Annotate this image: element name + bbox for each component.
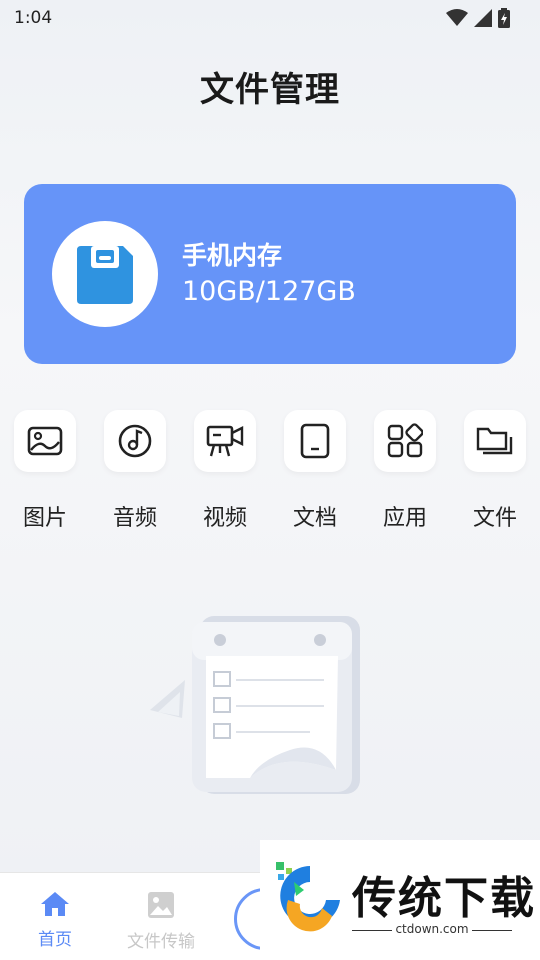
folders-icon <box>476 427 513 455</box>
apps-grid-icon <box>387 423 423 458</box>
category-audio-tile[interactable] <box>104 410 166 472</box>
storage-icon-circle <box>52 221 158 327</box>
status-icons <box>446 8 510 28</box>
category-video[interactable]: 视频 <box>180 410 270 532</box>
category-apps-tile[interactable] <box>374 410 436 472</box>
cell-signal-icon <box>474 9 492 27</box>
brand-logo-icon <box>276 862 340 932</box>
watermark: 传统下载 ctdown.com <box>260 840 540 960</box>
nav-home-label: 首页 <box>38 930 72 950</box>
storage-card[interactable]: 手机内存 10GB/127GB <box>24 184 516 364</box>
category-apps-label: 应用 <box>382 506 427 531</box>
watermark-brand: 传统下载 <box>352 873 536 924</box>
category-documents-tile[interactable] <box>284 410 346 472</box>
category-row: 图片 音频 视频 文档 应用 文件 <box>0 410 540 540</box>
category-images-tile[interactable] <box>14 410 76 472</box>
category-images-label: 图片 <box>22 506 67 531</box>
watermark-line-right <box>472 930 512 931</box>
category-apps[interactable]: 应用 <box>360 410 450 532</box>
category-documents-label: 文档 <box>292 506 337 531</box>
video-camera-icon <box>206 425 244 457</box>
wifi-icon <box>446 9 468 26</box>
nav-file-transfer-label: 文件传输 <box>127 932 195 952</box>
category-documents[interactable]: 文档 <box>270 410 360 532</box>
music-disc-icon <box>118 424 152 458</box>
sd-card-icon <box>77 246 133 304</box>
status-bar: 1:04 <box>0 0 540 36</box>
category-files-tile[interactable] <box>464 410 526 472</box>
status-time: 1:04 <box>14 8 53 28</box>
empty-state-illustration <box>150 616 360 794</box>
document-icon <box>300 423 330 459</box>
category-files-label: 文件 <box>472 506 517 531</box>
category-video-tile[interactable] <box>194 410 256 472</box>
storage-value: 10GB/127GB <box>182 276 356 307</box>
battery-icon <box>498 8 510 28</box>
watermark-url: ctdown.com <box>395 922 469 936</box>
page-title: 文件管理 <box>200 70 340 110</box>
storage-label: 手机内存 <box>182 241 283 270</box>
picture-icon <box>148 892 174 918</box>
category-audio-label: 音频 <box>112 506 157 531</box>
nav-home[interactable]: 首页 <box>0 891 110 950</box>
category-images[interactable]: 图片 <box>0 410 90 532</box>
image-icon <box>27 426 63 456</box>
category-video-label: 视频 <box>202 506 247 531</box>
category-files[interactable]: 文件 <box>450 410 540 532</box>
category-audio[interactable]: 音频 <box>90 410 180 532</box>
home-icon <box>41 892 69 916</box>
nav-file-transfer[interactable]: 文件传输 <box>106 891 216 952</box>
